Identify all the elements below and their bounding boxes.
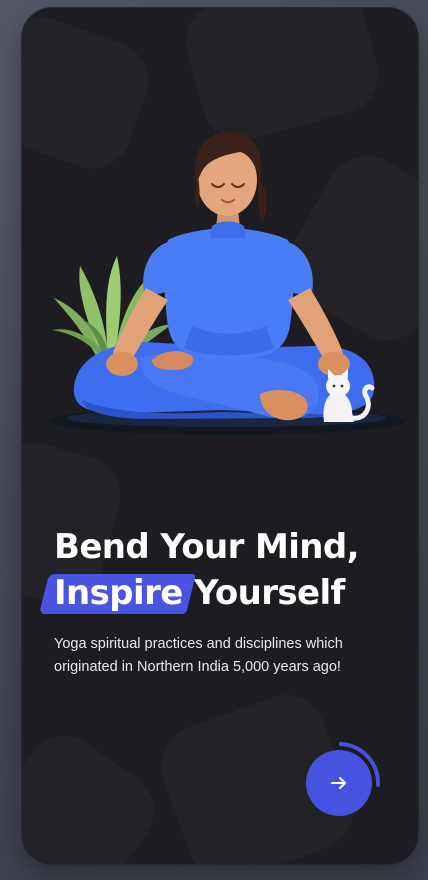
headline-line-2-rest: Yourself [182, 573, 345, 613]
screen-background: Bend Your Mind, Inspire Yourself Yoga sp… [0, 0, 428, 880]
headline-line-1: Bend Your Mind, [54, 527, 360, 567]
meditation-illustration [49, 132, 405, 435]
next-button[interactable] [306, 750, 372, 816]
headline-highlight: Inspire [54, 570, 183, 616]
onboarding-subtitle: Yoga spiritual practices and disciplines… [54, 636, 343, 675]
arrow-right-icon [331, 777, 346, 789]
background-shape [22, 720, 170, 864]
onboarding-screen: Bend Your Mind, Inspire Yourself Yoga sp… [22, 8, 418, 864]
onboarding-headline: Bend Your Mind, Inspire Yourself [54, 524, 394, 616]
headline-line-2: Inspire Yourself [54, 570, 394, 616]
next-button-group [298, 734, 390, 826]
